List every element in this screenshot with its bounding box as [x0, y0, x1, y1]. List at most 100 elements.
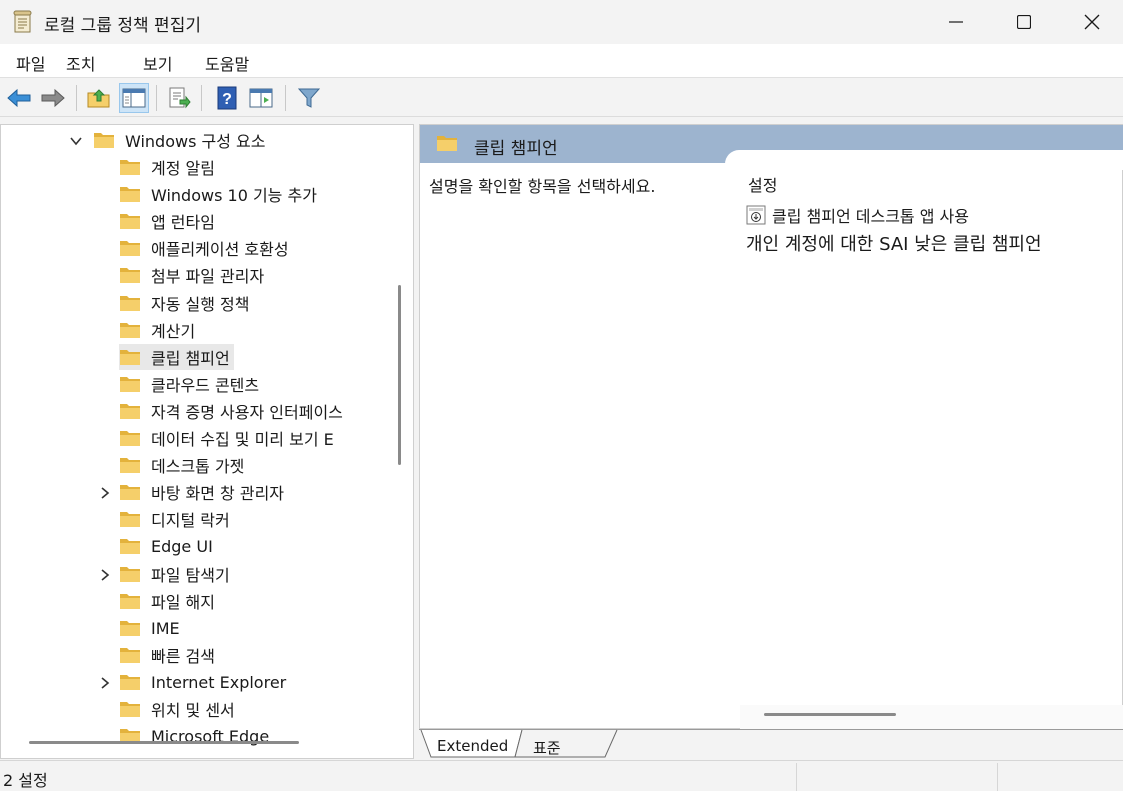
- tree-expander[interactable]: [98, 485, 112, 499]
- folder-icon: [120, 187, 140, 202]
- tree-item[interactable]: 계정 알림: [119, 154, 215, 180]
- tree-item[interactable]: 계산기: [119, 317, 195, 343]
- extended-view-button[interactable]: [246, 83, 276, 113]
- folder-icon: [120, 621, 140, 636]
- title-bar: 로컬 그룹 정책 편집기: [0, 0, 1123, 44]
- back-button[interactable]: [4, 83, 34, 113]
- group-policy-app-icon: [13, 10, 32, 33]
- folder-icon: [120, 241, 140, 256]
- tree-item-label: 앱 런타임: [151, 213, 215, 232]
- maximize-icon: [1017, 15, 1031, 29]
- tree-expander[interactable]: [98, 567, 112, 581]
- folder-icon: [437, 136, 457, 151]
- tree-item-label: 자격 증명 사용자 인터페이스: [151, 403, 343, 422]
- menu-help[interactable]: 도움말: [205, 51, 249, 75]
- tree-item[interactable]: 자격 증명 사용자 인터페이스: [119, 398, 343, 424]
- tree-item[interactable]: 파일 해지: [119, 588, 215, 614]
- details-scroll-area: [740, 705, 1123, 729]
- tree-item[interactable]: 데스크톱 가젯: [119, 452, 244, 478]
- tab-standard[interactable]: 표준: [533, 737, 561, 758]
- tree-horizontal-scrollbar[interactable]: [29, 741, 299, 744]
- tab-extended[interactable]: Extended: [437, 737, 508, 755]
- close-icon: [1084, 14, 1100, 30]
- show-hide-tree-button[interactable]: [119, 83, 149, 113]
- up-one-level-button[interactable]: [84, 83, 114, 113]
- folder-icon: [120, 458, 140, 473]
- tree-item[interactable]: Windows 10 기능 추가: [119, 181, 317, 207]
- menu-view[interactable]: 보기: [143, 51, 172, 75]
- minimize-button[interactable]: [922, 0, 990, 44]
- folder-icon: [120, 404, 140, 419]
- tree-item[interactable]: 첨부 파일 관리자: [119, 262, 264, 288]
- show-hide-tree-icon: [122, 88, 146, 108]
- tree-item-label: 빠른 검색: [151, 647, 215, 666]
- status-text: 2 설정: [3, 771, 48, 790]
- setting-row[interactable]: 클립 챔피언 데스크톱 앱 사용: [746, 204, 969, 226]
- chevron-right-icon[interactable]: [98, 568, 112, 582]
- tree-item-windows-components[interactable]: Windows 구성 요소: [93, 127, 265, 153]
- close-button[interactable]: [1058, 0, 1123, 44]
- tree-item[interactable]: Internet Explorer: [119, 669, 286, 695]
- tree-item[interactable]: 애플리케이션 호환성: [119, 235, 289, 261]
- tree-item[interactable]: 빠른 검색: [119, 642, 215, 668]
- tree-item[interactable]: 바탕 화면 창 관리자: [119, 479, 284, 505]
- setting-description: 개인 계정에 대한 SAI 낮은 클립 챔피언: [746, 234, 1042, 255]
- maximize-button[interactable]: [990, 0, 1058, 44]
- tree-item-label: 파일 탐색기: [151, 566, 230, 585]
- window-title: 로컬 그룹 정책 편집기: [44, 16, 201, 36]
- setting-name: 클립 챔피언 데스크톱 앱 사용: [772, 207, 969, 226]
- folder-icon: [120, 160, 140, 175]
- tree-item[interactable]: IME: [119, 615, 180, 641]
- back-arrow-icon: [7, 88, 31, 108]
- folder-icon: [120, 323, 140, 338]
- tree-item[interactable]: 앱 런타임: [119, 208, 215, 234]
- tree-item[interactable]: 위치 및 센서: [119, 696, 235, 722]
- folder-icon: [120, 214, 140, 229]
- tree-item[interactable]: 파일 탐색기: [119, 561, 230, 587]
- tree-item-label: 계정 알림: [151, 159, 215, 178]
- menu-file[interactable]: 파일: [16, 51, 45, 75]
- details-header-curve: [725, 150, 1123, 170]
- menu-action[interactable]: 조치: [66, 51, 95, 75]
- tree-item[interactable]: Edge UI: [119, 533, 213, 559]
- tree-item[interactable]: 데이터 수집 및 미리 보기 E: [119, 425, 334, 451]
- tree-vertical-scrollbar[interactable]: [398, 285, 401, 465]
- tree-item-label: 위치 및 센서: [151, 701, 235, 720]
- chevron-down-icon[interactable]: [69, 134, 83, 148]
- extended-view-icon: [249, 88, 273, 108]
- tree-item-label: 계산기: [151, 322, 196, 341]
- tree-item-label: IME: [151, 618, 180, 638]
- tree-item[interactable]: 디지털 락커: [119, 506, 230, 532]
- help-button[interactable]: ?: [212, 83, 242, 113]
- svg-text:?: ?: [222, 91, 232, 108]
- filter-icon: [297, 88, 321, 108]
- folder-icon: [120, 594, 140, 609]
- tree-item-label: Edge UI: [151, 536, 213, 556]
- tree-item[interactable]: 클립 챔피언: [119, 344, 234, 370]
- settings-column-header[interactable]: 설정: [748, 172, 777, 196]
- tree-item[interactable]: 클라우드 콘텐츠: [119, 371, 259, 397]
- forward-arrow-icon: [41, 88, 65, 108]
- forward-button[interactable]: [38, 83, 68, 113]
- folder-icon: [120, 702, 140, 717]
- status-separator: [997, 763, 998, 791]
- filter-button[interactable]: [294, 83, 324, 113]
- folder-icon: [120, 377, 140, 392]
- tree-expander[interactable]: [98, 675, 112, 689]
- export-list-button[interactable]: [164, 83, 194, 113]
- folder-icon: [120, 268, 140, 283]
- chevron-right-icon[interactable]: [98, 486, 112, 500]
- chevron-right-icon[interactable]: [98, 676, 112, 690]
- tree-item[interactable]: Microsoft Edge: [119, 723, 269, 749]
- help-icon: ?: [217, 86, 237, 110]
- policy-setting-icon: [746, 205, 766, 225]
- up-folder-icon: [87, 89, 110, 108]
- folder-icon: [120, 675, 140, 690]
- tree-item-label: 데이터 수집 및 미리 보기 E: [151, 430, 334, 449]
- tree-item-label: 첨부 파일 관리자: [151, 267, 265, 286]
- details-horizontal-scrollbar[interactable]: [764, 713, 896, 716]
- menu-bar: 파일 조치 보기 도움말: [0, 44, 1123, 78]
- tree-item[interactable]: 자동 실행 정책: [119, 290, 250, 316]
- toolbar-separator: [201, 85, 202, 111]
- toolbar: ?: [0, 79, 1123, 117]
